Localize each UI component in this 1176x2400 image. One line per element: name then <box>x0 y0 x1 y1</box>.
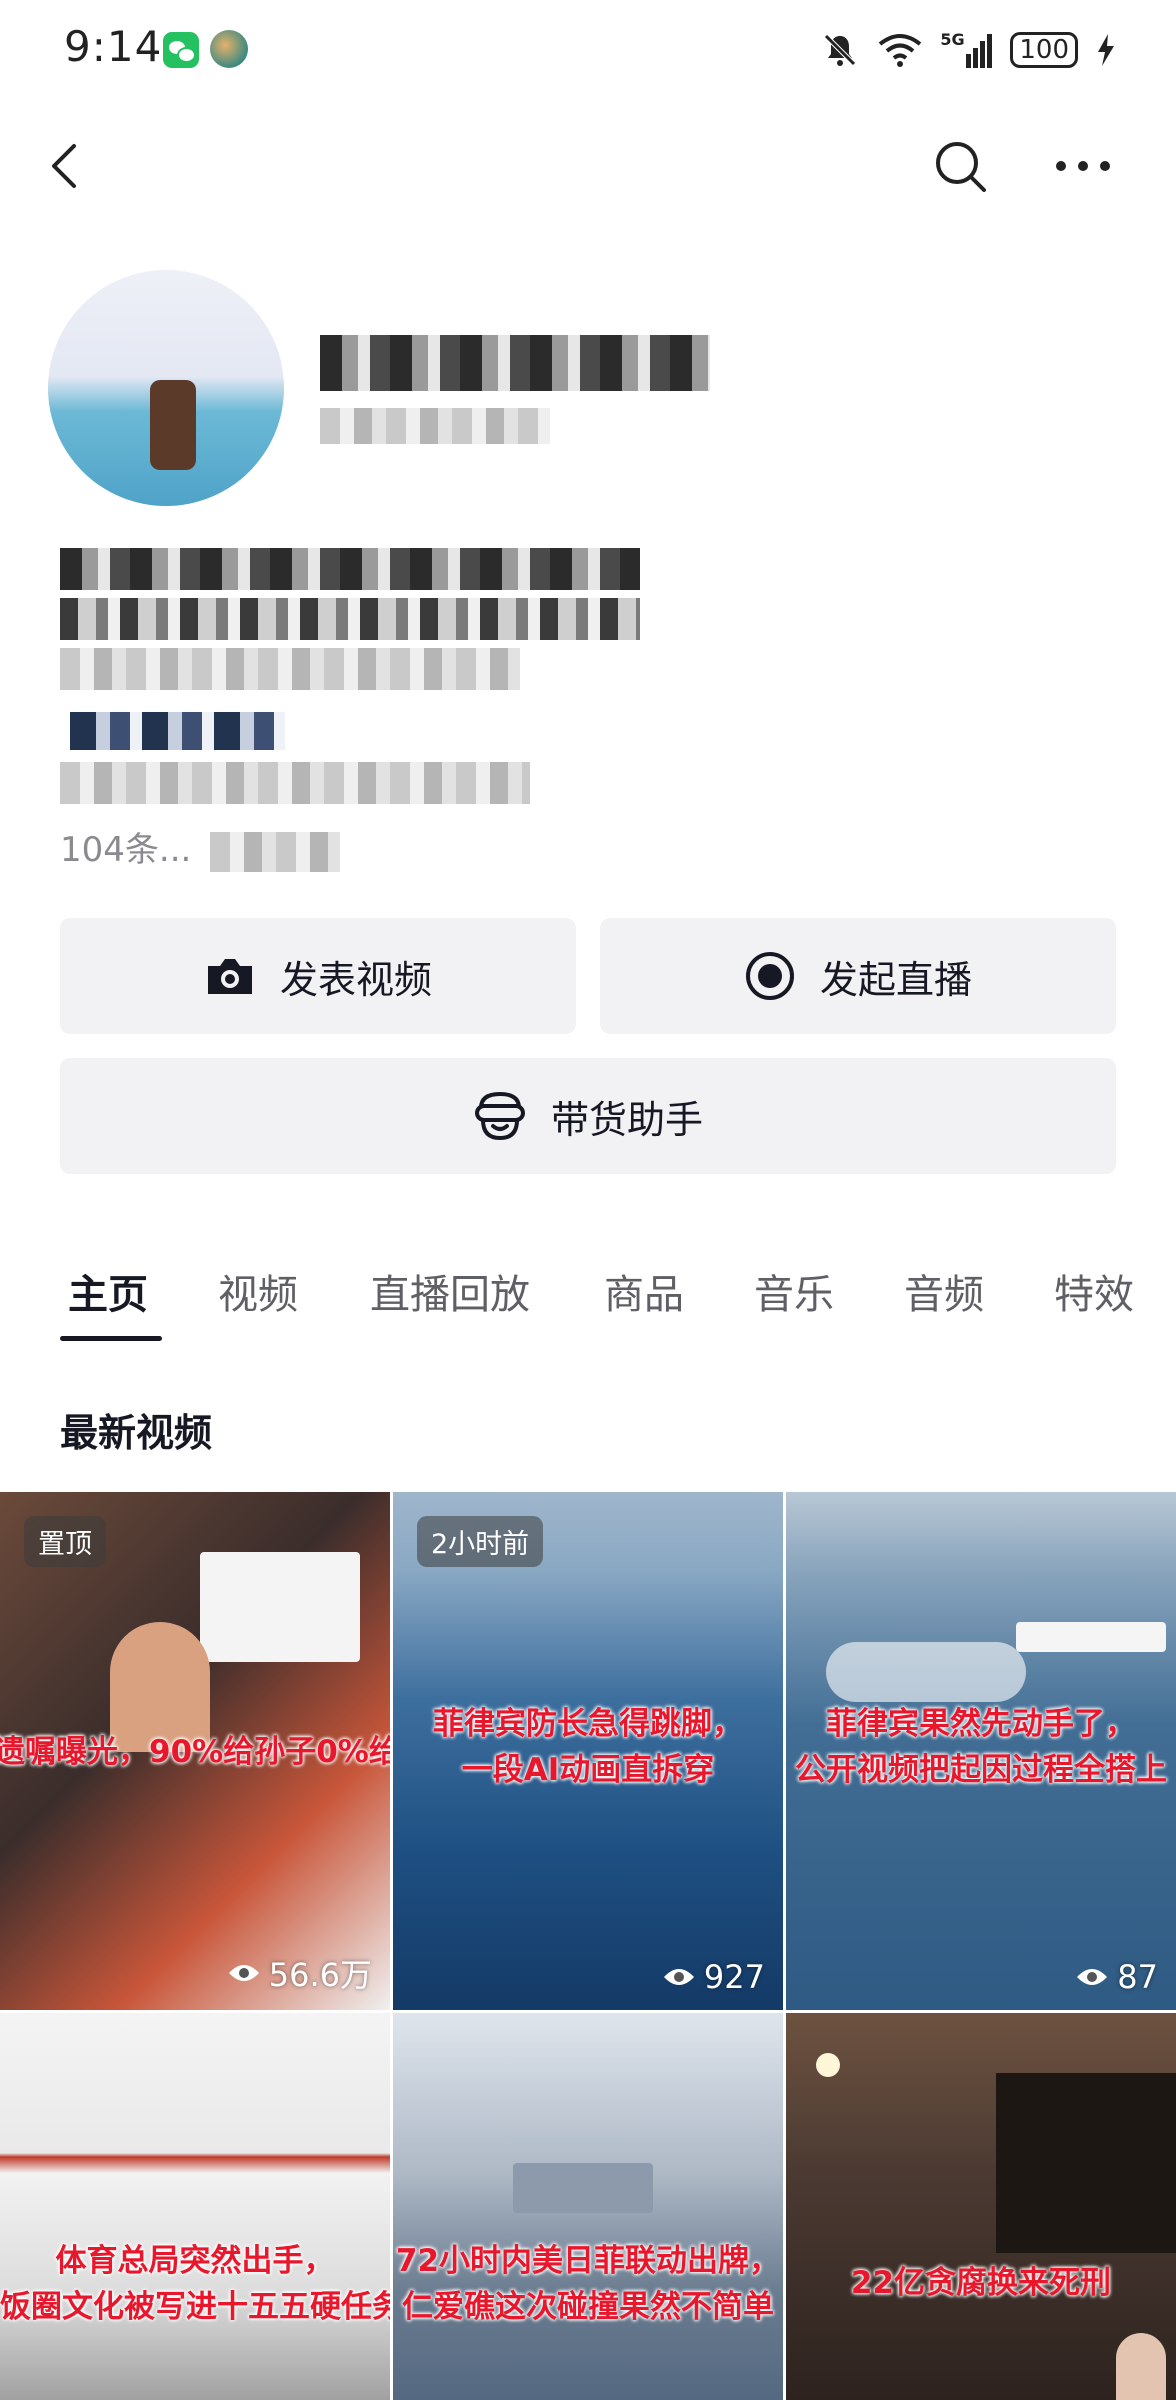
profile-meta: 104条... <box>60 822 191 871</box>
warship-silhouette <box>513 2163 653 2213</box>
profile-avatar[interactable] <box>48 270 284 506</box>
video-caption-line-2: 饭圈文化被写进十五五硬任务 <box>0 2289 390 2325</box>
shop-assistant-label: 带货助手 <box>550 1097 703 1142</box>
wechat-notification-icon <box>163 32 199 68</box>
view-count-value: 56.6万 <box>268 1956 372 1994</box>
battery-indicator: 100 <box>1010 32 1078 68</box>
start-live-button[interactable]: 发起直播 <box>600 918 1116 1034</box>
video-grid: 置顶 遗嘱曝光，90%给孙子0%给 56.6万 2小时前 菲律宾防长急得跳脚， … <box>0 1492 1176 2400</box>
video-caption-line-1: 体育总局突然出手， <box>55 2243 335 2279</box>
press-board <box>200 1552 360 1662</box>
meta-count-text: 104条... <box>60 830 192 870</box>
avatar-figure <box>150 380 196 470</box>
obscured-stats-line <box>60 762 530 804</box>
video-caption-line-2: 一段AI动画直拆穿 <box>461 1752 715 1788</box>
shop-assistant-icon <box>474 1091 525 1141</box>
shop-assistant-button[interactable]: 带货助手 <box>60 1058 1116 1174</box>
eye-icon <box>1077 1969 1108 1985</box>
obscured-account-id <box>320 408 550 444</box>
view-count-value: 927 <box>703 1958 765 1996</box>
time-badge: 2小时前 <box>417 1516 544 1567</box>
start-live-label: 发起直播 <box>819 957 972 1002</box>
mute-bell-icon <box>824 34 857 66</box>
status-time: 9:14 <box>64 22 163 71</box>
post-video-label: 发表视频 <box>279 957 432 1002</box>
more-options-icon[interactable] <box>1048 136 1118 196</box>
obscured-bio-line-1 <box>60 548 640 590</box>
obscured-bio-line-3 <box>60 648 520 690</box>
video-caption: 22亿贪腐换来死刑 <box>850 2265 1112 2301</box>
charging-icon <box>1098 34 1114 66</box>
top-nav <box>0 120 1176 220</box>
defendant-figure <box>1116 2333 1166 2400</box>
video-caption-line-1: 菲律宾防长急得跳脚， <box>433 1706 743 1742</box>
eye-icon <box>228 1965 259 1981</box>
video-card[interactable]: 体育总局突然出手， 饭圈文化被写进十五五硬任务 <box>0 2013 390 2400</box>
tab-products[interactable]: 商品 <box>604 1262 684 1320</box>
obscured-bio-line-2 <box>60 598 640 640</box>
status-icons: 5G 100 <box>820 26 1116 74</box>
tab-videos[interactable]: 视频 <box>218 1262 298 1320</box>
live-record-icon <box>745 952 794 1000</box>
courtroom-panel <box>996 2073 1176 2253</box>
tab-music[interactable]: 音乐 <box>754 1262 834 1320</box>
video-card[interactable]: 22亿贪腐换来死刑 <box>786 2013 1176 2400</box>
search-icon[interactable] <box>930 136 990 196</box>
signal-icon <box>966 34 993 68</box>
courtroom-light <box>816 2053 840 2077</box>
obscured-bio-line-4 <box>70 712 285 750</box>
view-count: 87 <box>1075 1958 1158 1996</box>
tab-live-replay[interactable]: 直播回放 <box>370 1262 530 1320</box>
view-count: 927 <box>662 1958 765 1996</box>
video-card[interactable]: 2小时前 菲律宾防长急得跳脚， 一段AI动画直拆穿 927 <box>393 1492 783 2010</box>
back-arrow-icon[interactable] <box>38 136 98 196</box>
signal-group: 5G <box>940 30 993 70</box>
video-card[interactable]: 72小时内美日菲联动出牌， 仁爱礁这次碰撞果然不简单 <box>393 2013 783 2400</box>
wifi-icon <box>879 34 922 67</box>
view-count: 56.6万 <box>227 1950 372 1996</box>
tab-audio[interactable]: 音频 <box>904 1262 984 1320</box>
active-tab-indicator <box>60 1336 162 1341</box>
video-caption-line-2: 仁爱礁这次碰撞果然不简单 <box>402 2289 774 2325</box>
eye-icon <box>663 1969 694 1985</box>
status-bar: 9:14 5G 100 <box>0 0 1176 100</box>
section-title: 最新视频 <box>60 1411 213 1455</box>
video-caption-line-1: 菲律宾果然先动手了， <box>826 1706 1136 1742</box>
post-video-button[interactable]: 发表视频 <box>60 918 576 1034</box>
water-cannon-spray <box>826 1642 1026 1702</box>
video-caption: 遗嘱曝光，90%给孙子0%给 <box>0 1734 390 1770</box>
video-caption-line-1: 72小时内美日菲联动出牌， <box>395 2243 781 2279</box>
camera-icon <box>207 959 252 994</box>
coast-guard-ship <box>1016 1622 1166 1652</box>
tab-home[interactable]: 主页 <box>68 1262 148 1320</box>
obscured-username <box>320 335 710 391</box>
tab-effects[interactable]: 特效 <box>1054 1262 1134 1320</box>
video-card[interactable]: 置顶 遗嘱曝光，90%给孙子0%给 56.6万 <box>0 1492 390 2010</box>
obscured-meta-tail <box>210 832 340 872</box>
video-card[interactable]: 菲律宾果然先动手了， 公开视频把起因过程全搭上 87 <box>786 1492 1176 2010</box>
view-count-value: 87 <box>1117 1958 1158 1996</box>
app-notification-icon <box>210 30 248 68</box>
video-caption-line-2: 公开视频把起因过程全搭上 <box>795 1752 1167 1788</box>
profile-tabs: 主页 视频 直播回放 商品 音乐 音频 特效 <box>0 1262 1176 1342</box>
pinned-badge: 置顶 <box>24 1516 106 1567</box>
